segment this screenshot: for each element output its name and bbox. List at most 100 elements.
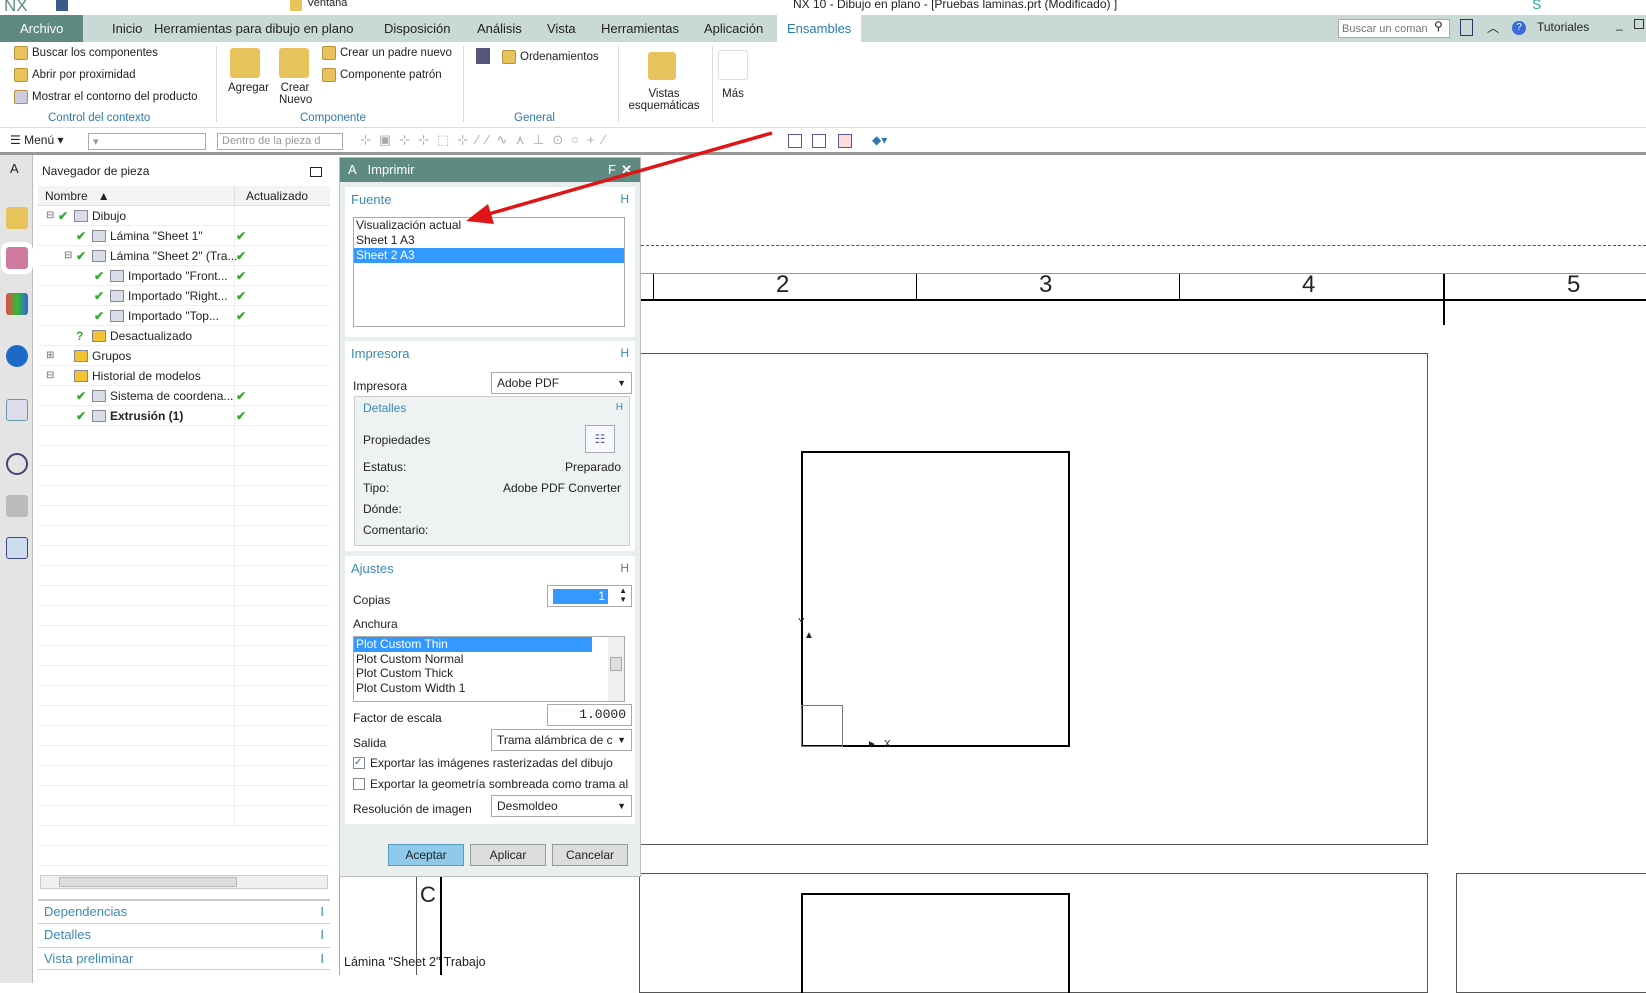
tab-analisis[interactable]: Análisis <box>467 15 532 42</box>
create-new-button[interactable]: Crear Nuevo <box>279 82 312 106</box>
graphics-window[interactable]: 2 3 4 5 Y ▲ ► X <box>639 155 1646 993</box>
search-icon[interactable]: ⚲ <box>1434 19 1443 33</box>
width-list-item[interactable]: Plot Custom Width 1 <box>354 681 592 696</box>
cancel-button[interactable]: Cancelar <box>552 844 628 866</box>
tree-node[interactable]: ✔ Importado "Front... ✔ <box>38 266 330 286</box>
tab-herramientas[interactable]: Herramientas <box>591 15 689 42</box>
process-studio-icon[interactable] <box>6 495 28 517</box>
tab-disposicion[interactable]: Disposición <box>374 15 460 42</box>
properties-button[interactable]: ☷ <box>585 425 615 453</box>
column-header-name[interactable]: Nombre ▲ <box>45 189 110 203</box>
printer-dropdown[interactable]: Adobe PDF ▼ <box>491 372 632 394</box>
expand-toggle[interactable]: ⊞ <box>46 346 54 366</box>
minimize-button[interactable]: _ <box>1616 17 1623 31</box>
width-list-item[interactable]: Plot Custom Thick <box>354 666 592 681</box>
create-new-icon[interactable] <box>279 48 309 78</box>
collapse-ribbon-icon[interactable]: ︿ <box>1487 19 1499 36</box>
dialog-title-bar[interactable]: A Imprimir F ✕ <box>340 158 640 182</box>
tree-node[interactable]: ✔ Sistema de coordena... ✔ <box>38 386 330 406</box>
history-icon[interactable] <box>6 453 28 475</box>
grid-icon[interactable] <box>838 134 852 148</box>
tab-drafting-tools[interactable]: Herramientas para dibujo en plano <box>144 15 363 42</box>
hd3d-icon[interactable] <box>6 345 28 367</box>
collapse-icon[interactable]: H <box>620 561 629 575</box>
tree-node[interactable]: ✔ Lámina "Sheet 1" ✔ <box>38 226 330 246</box>
view-frame-bottom-right[interactable] <box>1456 873 1646 993</box>
column-header-updated[interactable]: Actualizado <box>246 189 308 203</box>
window-mode-icon[interactable] <box>1460 19 1473 36</box>
tree-node[interactable]: ⊞ Grupos <box>38 346 330 366</box>
source-list-item[interactable]: Sheet 1 A3 <box>354 233 624 248</box>
schematic-views-icon[interactable] <box>648 52 676 80</box>
pattern-component-button[interactable]: Componente patrón <box>322 68 442 82</box>
apply-button[interactable]: Aplicar <box>470 844 546 866</box>
source-list[interactable]: Visualización actual Sheet 1 A3 Sheet 2 A3 <box>353 217 625 327</box>
front-view-geometry[interactable] <box>801 451 1070 747</box>
open-by-proximity-button[interactable]: Abrir por proximidad <box>14 68 136 82</box>
dialog-reset-icon[interactable]: F <box>608 158 616 182</box>
expand-toggle[interactable]: ⊟ <box>46 206 54 226</box>
spinner-arrows[interactable]: ▲ ▼ <box>619 586 627 604</box>
copies-input[interactable]: 1 <box>553 589 608 604</box>
horizontal-scrollbar[interactable] <box>40 875 328 889</box>
restore-button[interactable] <box>1634 19 1644 29</box>
export-shaded-checkbox[interactable]: Exportar la geometría sombreada como tra… <box>353 777 635 791</box>
resource-bar-pin[interactable]: A <box>10 161 19 176</box>
menu-button[interactable]: ☰ Menú ▾ <box>10 133 63 147</box>
collapse-icon[interactable]: H <box>616 402 623 413</box>
info-icon[interactable] <box>476 48 490 64</box>
tree-node[interactable]: ✔ Importado "Top... ✔ <box>38 306 330 326</box>
scope-filter-dropdown[interactable]: Dentro de la pieza d <box>217 133 343 150</box>
expand-toggle[interactable]: ⊟ <box>46 366 54 386</box>
panel-vista-preliminar[interactable]: Vista preliminar I <box>38 947 330 970</box>
type-filter-dropdown[interactable]: ▾ <box>88 133 206 150</box>
tree-node[interactable]: ✔ Importado "Right... ✔ <box>38 286 330 306</box>
tree-node[interactable]: ⊟ Historial de modelos <box>38 366 330 386</box>
tab-vista[interactable]: Vista <box>537 15 586 42</box>
create-parent-button[interactable]: Crear un padre nuevo <box>322 46 452 60</box>
tree-node[interactable]: ✔ Extrusión (1) ✔ <box>38 406 330 426</box>
scale-input[interactable]: 1.0000 <box>547 704 632 726</box>
width-list-item[interactable]: Plot Custom Normal <box>354 652 592 667</box>
tree-node[interactable]: ⊟ ✔ Lámina "Sheet 2" (Tra... ✔ <box>38 246 330 266</box>
find-components-button[interactable]: Buscar los componentes <box>14 46 158 60</box>
add-component-icon[interactable] <box>230 48 260 78</box>
maximize-icon[interactable] <box>310 167 322 177</box>
web-browser-icon[interactable] <box>6 399 28 421</box>
render-icon[interactable]: ◆▾ <box>872 133 887 147</box>
layout-icon[interactable] <box>812 134 826 148</box>
scrollbar-thumb[interactable] <box>59 877 237 887</box>
resolution-dropdown[interactable]: Desmoldeo ▼ <box>491 795 632 817</box>
tab-archivo[interactable]: Archivo <box>0 15 84 42</box>
tree-node[interactable]: ⊟ ✔ Dibujo <box>38 206 330 226</box>
tree-node[interactable]: ? Desactualizado <box>38 326 330 346</box>
roles-icon[interactable] <box>6 537 28 559</box>
tab-ensambles[interactable]: Ensambles <box>777 15 862 42</box>
window-menu[interactable]: Ventana <box>307 0 347 9</box>
tutorials-link[interactable]: Tutoriales <box>1537 20 1589 34</box>
width-list-item[interactable]: Plot Custom Thin <box>354 637 592 652</box>
snap-tools-icons[interactable]: ⊹▣⊹⊹⬚⊹⁄⁄∿⋏⊥⊙○+⁄ <box>360 132 613 148</box>
schematic-views-button[interactable]: Vistas esquemáticas <box>624 88 704 112</box>
width-list[interactable]: Plot Custom Thin Plot Custom Normal Plot C… <box>353 636 625 702</box>
tab-aplicacion[interactable]: Aplicación <box>694 15 773 42</box>
close-icon[interactable]: ✕ <box>621 158 632 182</box>
collapse-icon[interactable]: H <box>620 346 629 360</box>
expand-toggle[interactable]: ⊟ <box>64 246 72 266</box>
copies-spinner[interactable]: 1 ▲ ▼ <box>547 585 632 607</box>
width-list-scrollbar[interactable] <box>608 637 624 701</box>
assembly-navigator-icon[interactable] <box>6 207 28 229</box>
add-button[interactable]: Agregar <box>228 82 269 94</box>
show-product-outline-button[interactable]: Mostrar el contorno del producto <box>14 90 198 104</box>
export-raster-checkbox[interactable]: ✓ Exportar las imágenes rasterizadas del … <box>353 756 613 770</box>
top-view-geometry[interactable] <box>801 893 1070 993</box>
reuse-library-icon[interactable] <box>6 293 28 315</box>
dialog-pin[interactable]: A <box>348 162 357 177</box>
ok-button[interactable]: Aceptar <box>388 844 464 866</box>
save-icon[interactable] <box>56 0 68 11</box>
view-tool-icon[interactable] <box>788 134 802 148</box>
help-icon[interactable]: ? <box>1512 21 1526 35</box>
source-list-item[interactable]: Visualización actual <box>354 218 624 233</box>
more-button[interactable]: Más <box>718 88 748 100</box>
arrangements-button[interactable]: Ordenamientos <box>502 50 599 64</box>
